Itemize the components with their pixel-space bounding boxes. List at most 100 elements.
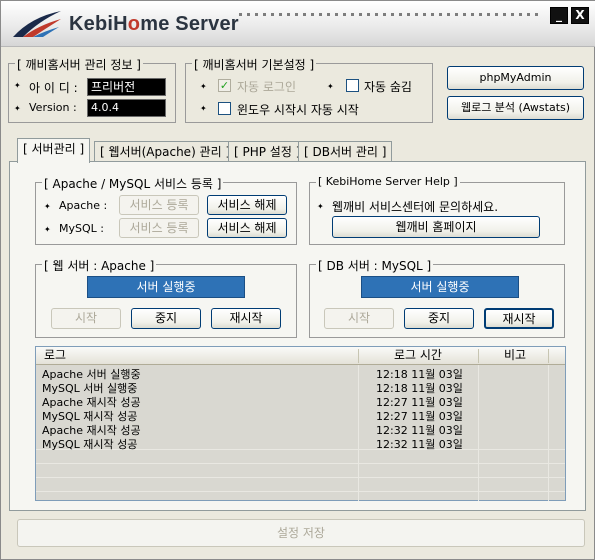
web-server-restart-button[interactable]: 재시작 [211, 308, 281, 329]
title-dot [439, 13, 442, 16]
tab-server-management[interactable]: [ 서버관리 ] [17, 138, 91, 163]
title-dot [391, 13, 394, 16]
log-header: 로그 로그 시간 비고 [36, 347, 565, 365]
log-row[interactable]: Apache 재시작 성공 12:27 11월 03일 [36, 396, 565, 410]
log-row[interactable]: MySQL 재시작 성공 12:27 11월 03일 [36, 410, 565, 424]
log-time: 12:18 11월 03일 [376, 368, 463, 381]
service-group-title: [ Apache / MySQL 서비스 등록 ] [42, 175, 224, 192]
version-label: Version : [29, 101, 77, 114]
minimize-button[interactable]: _ [550, 7, 568, 24]
web-server-start-button[interactable]: 시작 [51, 308, 121, 329]
column-divider[interactable] [548, 349, 549, 363]
title-dot [335, 13, 338, 16]
app-title: KebiHome Server [69, 13, 239, 35]
log-time: 12:27 11월 03일 [376, 396, 463, 409]
bullet-icon: ✦ [317, 202, 324, 211]
windows-start-label: 윈도우 시작시 자동 시작 [237, 103, 359, 117]
title-dot [535, 13, 538, 16]
log-message: MySQL 서버 실행중 [42, 382, 138, 395]
title-dot [455, 13, 458, 16]
windows-start-checkbox[interactable] [218, 102, 231, 115]
db-server-stop-button[interactable]: 중지 [404, 308, 474, 329]
title-dot [519, 13, 522, 16]
apache-register-button[interactable]: 서비스 등록 [119, 195, 199, 215]
auto-login-label: 자동 로그인 [237, 80, 297, 94]
log-row[interactable]: Apache 서버 실행중 12:18 11월 03일 [36, 368, 565, 382]
version-field: 4.0.4 [87, 99, 166, 117]
title-dot [423, 13, 426, 16]
weblog-analysis-button[interactable]: 웹로그 분석 (Awstats) [447, 96, 584, 120]
log-row[interactable]: Apache 재시작 성공 12:32 11월 03일 [36, 424, 565, 438]
log-message: MySQL 재시작 성공 [42, 410, 138, 423]
title-dot [279, 13, 282, 16]
title-dot [495, 13, 498, 16]
title-dot [287, 13, 290, 16]
title-dot [511, 13, 514, 16]
title-dot [311, 13, 314, 16]
log-row[interactable]: MySQL 서버 실행중 12:18 11월 03일 [36, 382, 565, 396]
db-server-restart-button[interactable]: 재시작 [484, 308, 554, 329]
log-message: Apache 재시작 성공 [42, 424, 141, 437]
title-dot [295, 13, 298, 16]
mysql-unregister-button[interactable]: 서비스 해제 [207, 218, 287, 238]
title-dot [399, 13, 402, 16]
save-settings-button[interactable]: 설정 저장 [17, 519, 585, 547]
apache-label: Apache : [59, 199, 108, 212]
close-button[interactable]: X [571, 7, 589, 24]
log-column-time[interactable]: 로그 시간 [394, 347, 442, 365]
id-field: 프리버전 [87, 78, 166, 96]
db-server-group-title: [ DB 서버 : MySQL ] [316, 257, 434, 274]
title-dots-decoration [239, 13, 538, 16]
title-dot [383, 13, 386, 16]
title-dot [471, 13, 474, 16]
log-column-note[interactable]: 비고 [504, 347, 526, 365]
apache-unregister-button[interactable]: 서비스 해제 [207, 195, 287, 215]
mysql-label: MySQL : [59, 222, 104, 235]
title-dot [239, 13, 242, 16]
help-message: 웹깨비 서비스센터에 문의하세요. [332, 200, 499, 214]
info-group-title: [ 깨비홈서버 관리 정보 ] [15, 56, 143, 73]
bullet-icon: ✦ [14, 81, 21, 90]
title-dot [487, 13, 490, 16]
title-dot [327, 13, 330, 16]
bullet-icon: ✦ [44, 225, 51, 234]
title-dot [255, 13, 258, 16]
bullet-icon: ✦ [327, 82, 334, 91]
phpmyadmin-button[interactable]: phpMyAdmin [447, 66, 584, 90]
grid-line [36, 477, 565, 478]
mysql-register-button[interactable]: 서비스 등록 [119, 218, 199, 238]
tab-apache-management[interactable]: [ 웹서버(Apache) 관리 ] [94, 141, 237, 163]
title-bar[interactable]: KebiHome Server _ X [1, 1, 595, 47]
log-column-message[interactable]: 로그 [44, 347, 66, 365]
web-server-stop-button[interactable]: 중지 [131, 308, 201, 329]
log-time: 12:32 11월 03일 [376, 438, 463, 451]
log-time: 12:32 11월 03일 [376, 424, 463, 437]
title-dot [247, 13, 250, 16]
log-time: 12:27 11월 03일 [376, 410, 463, 423]
title-dot [375, 13, 378, 16]
tab-php-settings[interactable]: [ PHP 설정 ] [228, 141, 307, 163]
title-dot [359, 13, 362, 16]
column-divider[interactable] [358, 349, 359, 363]
log-row[interactable]: MySQL 재시작 성공 12:32 11월 03일 [36, 438, 565, 452]
kebi-logo-icon [13, 11, 61, 37]
title-dot [447, 13, 450, 16]
main-window: KebiHome Server _ X [ 깨비홈서버 관리 정보 ] ✦ 아 … [0, 0, 595, 560]
bullet-icon: ✦ [200, 82, 207, 91]
homepage-button[interactable]: 웹깨비 홈페이지 [332, 216, 540, 238]
title-dot [479, 13, 482, 16]
db-server-start-button[interactable]: 시작 [324, 308, 394, 329]
auto-hide-checkbox[interactable] [346, 79, 359, 92]
auto-login-checkbox[interactable]: ✓ [218, 79, 231, 92]
grid-line [36, 491, 565, 492]
grid-line [36, 463, 565, 464]
web-server-status: 서버 실행중 [87, 276, 245, 298]
db-server-status: 서버 실행중 [361, 276, 519, 298]
column-divider[interactable] [478, 349, 479, 363]
title-dot [503, 13, 506, 16]
bullet-icon: ✦ [44, 202, 51, 211]
log-message: Apache 재시작 성공 [42, 396, 141, 409]
auto-hide-label: 자동 숨김 [364, 80, 412, 94]
tab-db-management[interactable]: [ DB서버 관리 ] [298, 141, 393, 163]
log-list[interactable]: 로그 로그 시간 비고 Apache 서버 실행중 12:18 11월 03일 … [35, 346, 566, 501]
